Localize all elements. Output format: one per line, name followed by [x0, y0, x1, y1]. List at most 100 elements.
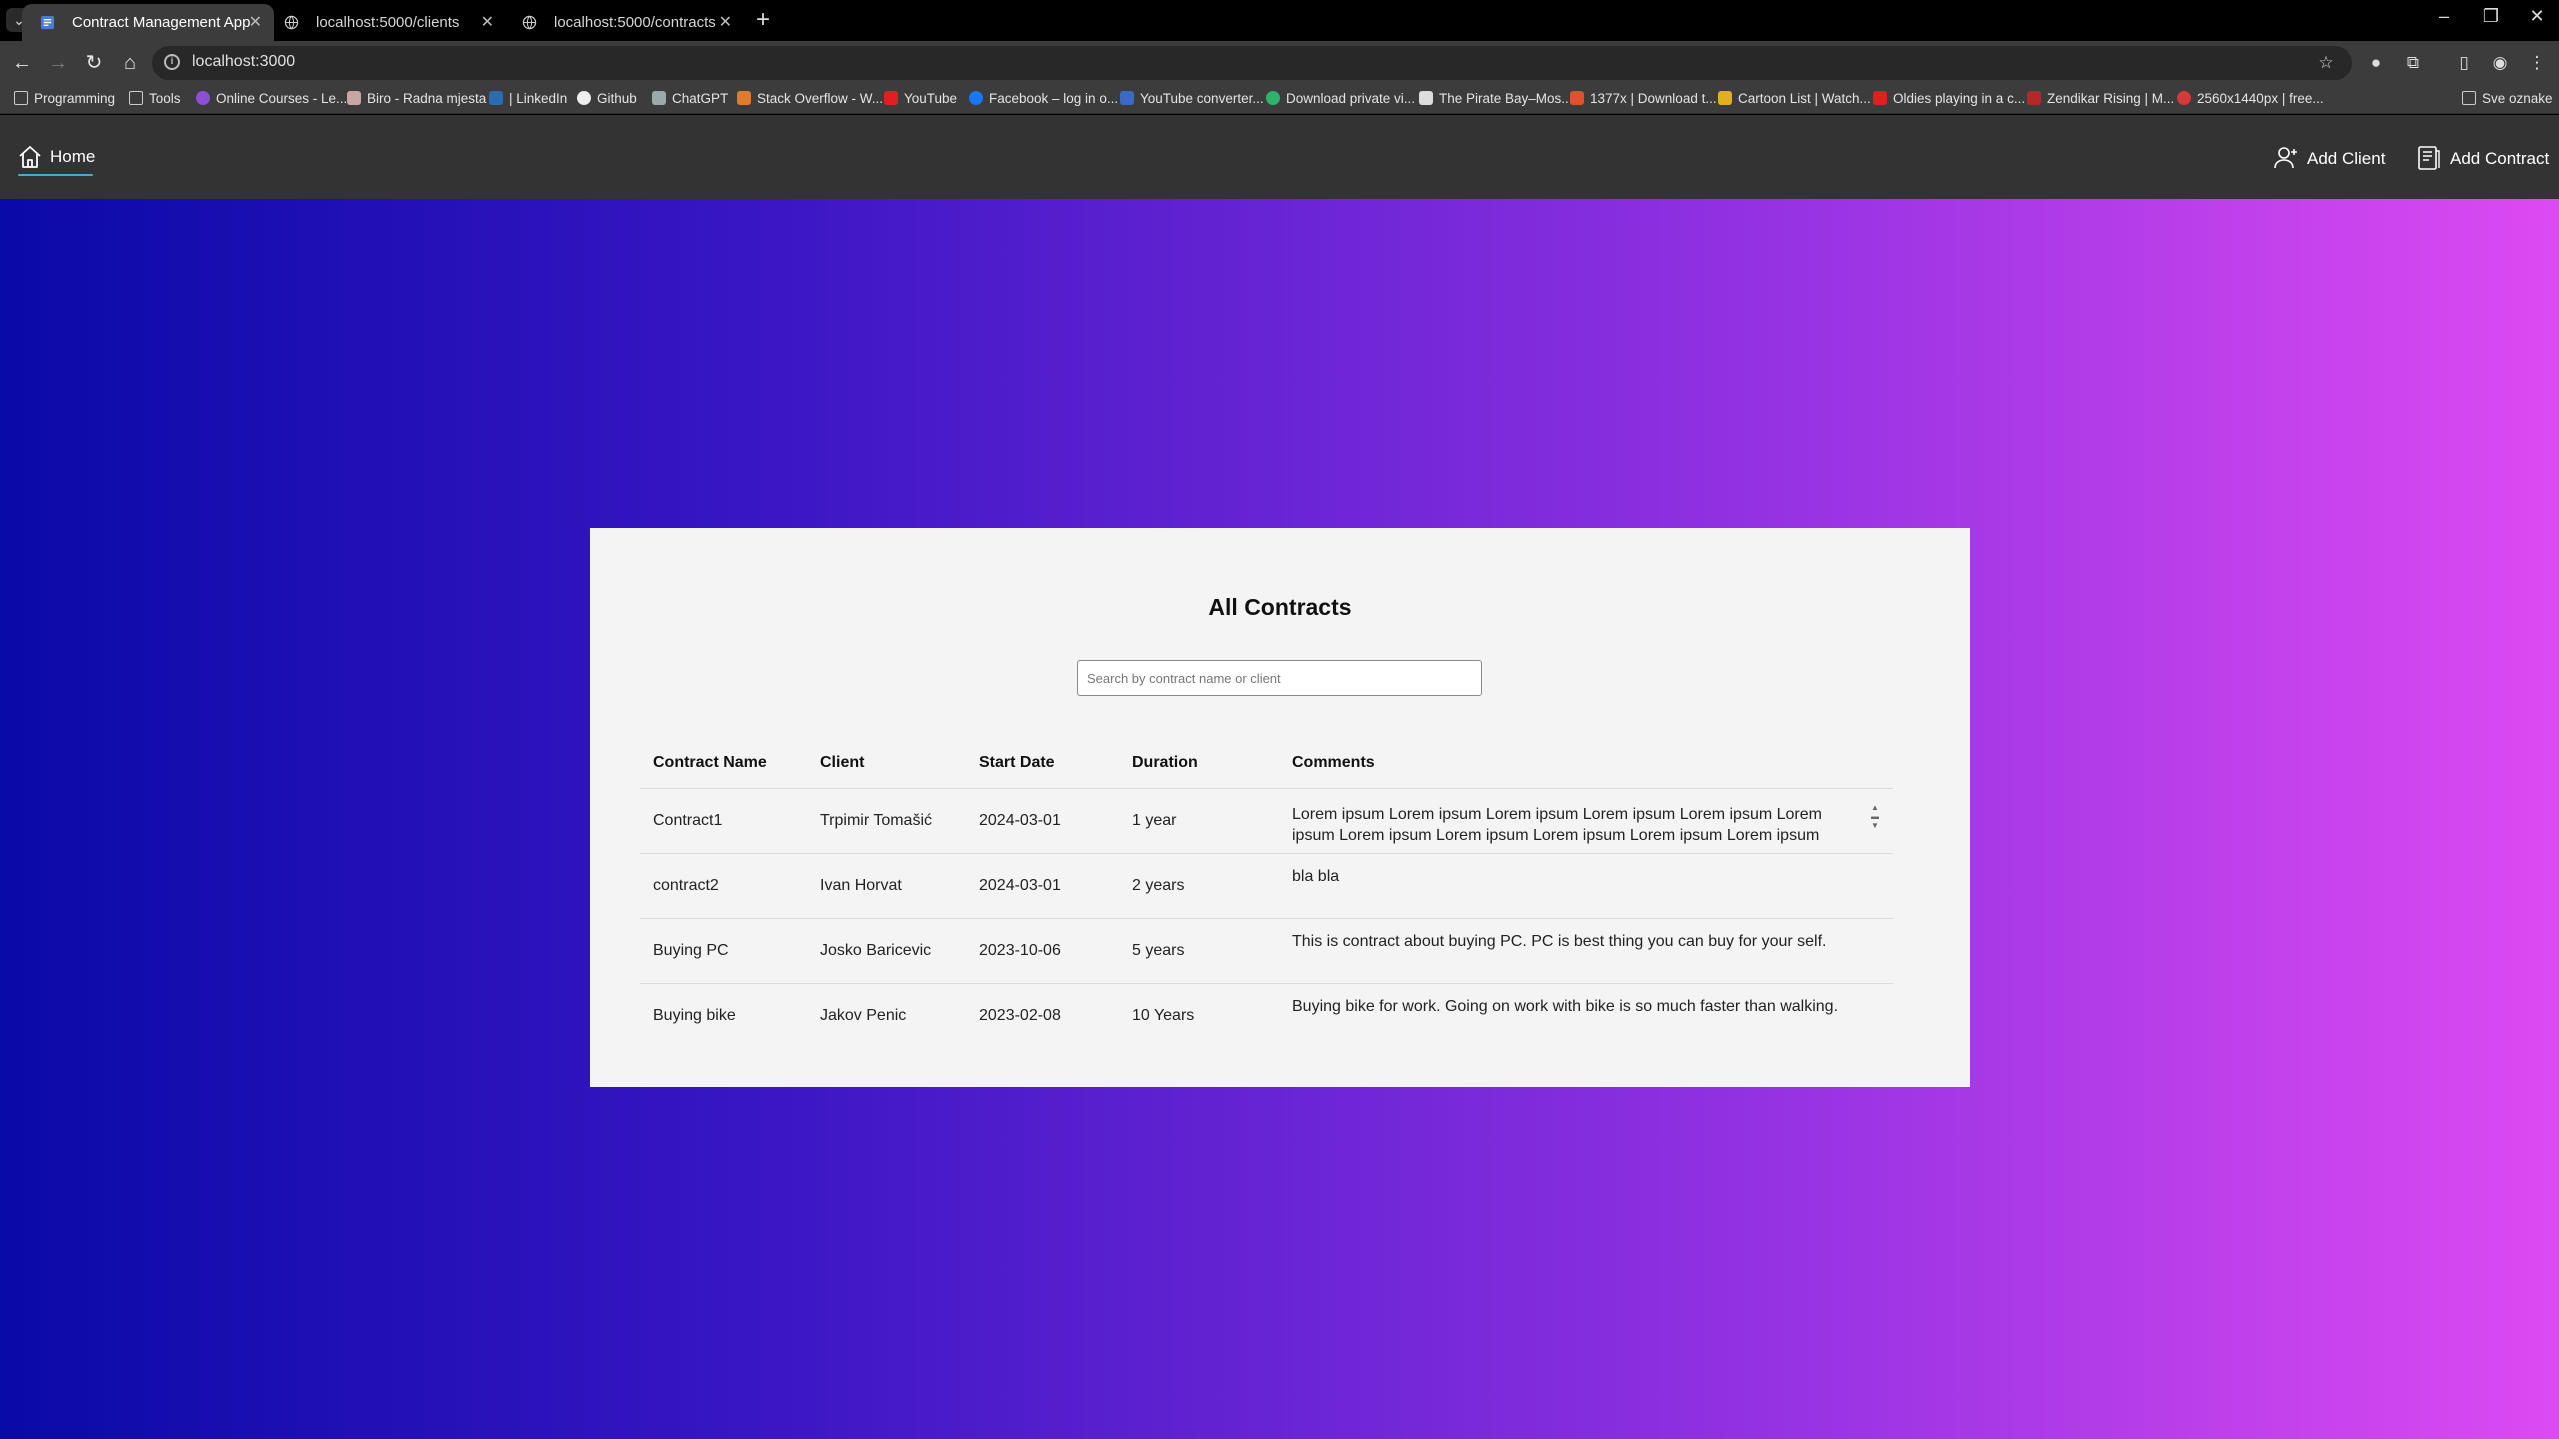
nav-add-client-link[interactable]: Add Client — [2273, 145, 2398, 173]
comment-scrollbar[interactable]: ▲ ▬ ▼ — [1869, 803, 1881, 843]
cell-duration: 2 years — [1119, 853, 1279, 919]
bookmark-github[interactable]: Github — [577, 91, 637, 107]
tab-clients[interactable]: localhost:5000/clients ✕ — [266, 4, 506, 41]
column-header-client[interactable]: Client — [807, 738, 966, 789]
browser-toolbar: ← → ↻ ⌂ i localhost:3000 ☆ ● ⧉ ▯ ◉ ⋮ — [0, 41, 2559, 85]
bookmark-youtube[interactable]: YouTube — [884, 91, 957, 107]
bookmark-label: Programming — [34, 91, 116, 106]
youtube-icon — [1873, 91, 1887, 105]
bookmark-label: Sve oznake — [2482, 91, 2553, 106]
tab-close-icon[interactable]: ✕ — [481, 4, 494, 41]
column-header-duration[interactable]: Duration — [1119, 738, 1279, 789]
tab-close-icon[interactable]: ✕ — [249, 4, 262, 41]
bookmarks-bar: Programming Tools Online Courses - Le...… — [0, 85, 2559, 114]
bookmark-label: Biro - Radna mjesta — [367, 91, 487, 106]
cell-client: Josko Baricevic — [807, 918, 966, 984]
home-icon[interactable]: ⌂ — [115, 49, 145, 77]
bookmark-label: The Pirate Bay–Mos... — [1439, 91, 1573, 106]
bookmark-label: Stack Overflow - W... — [757, 91, 884, 106]
nav-add-contract-link[interactable]: Add Contract — [2416, 145, 2556, 173]
bookmark-piratebay[interactable]: The Pirate Bay–Mos... — [1419, 91, 1573, 107]
restore-icon[interactable]: ❐ — [2471, 6, 2511, 27]
column-header-contract-name[interactable]: Contract Name — [640, 738, 807, 789]
bookmark-chatgpt[interactable]: ChatGPT — [652, 91, 728, 107]
minimize-icon[interactable]: – — [2424, 6, 2464, 27]
folder-icon — [14, 91, 28, 105]
bookmark-wallpaper[interactable]: 2560x1440px | free... — [2177, 91, 2324, 107]
home-icon — [19, 146, 41, 168]
wallpaper-icon — [2177, 91, 2191, 105]
download-icon — [1266, 91, 1280, 105]
youtube-icon — [884, 91, 898, 105]
nav-home-label: Home — [50, 147, 96, 166]
bookmark-programming[interactable]: Programming — [14, 91, 115, 107]
bookmark-label: 2560x1440px | free... — [2197, 91, 2324, 106]
comment-text: Lorem ipsum Lorem ipsum Lorem ipsum Lore… — [1292, 805, 1822, 844]
bookmark-label: Zendikar Rising | M... — [2047, 91, 2175, 106]
bookmark-linkedin[interactable]: | LinkedIn — [489, 91, 567, 107]
chatgpt-icon — [652, 91, 666, 105]
table-header-row: Contract Name Client Start Date Duration… — [640, 738, 1893, 789]
cell-start-date: 2023-10-06 — [966, 918, 1119, 984]
converter-icon — [1120, 91, 1134, 105]
search-input[interactable] — [1077, 660, 1482, 696]
bookmark-facebook[interactable]: Facebook – log in o... — [969, 91, 1118, 107]
cell-duration: 5 years — [1119, 918, 1279, 984]
cell-start-date: 2024-03-01 — [966, 853, 1119, 919]
address-bar[interactable]: i localhost:3000 — [152, 46, 2352, 80]
menu-kebab-icon[interactable]: ⋮ — [2527, 53, 2547, 73]
globe-icon — [284, 15, 299, 30]
bookmark-tools[interactable]: Tools — [129, 91, 181, 107]
stackoverflow-icon — [737, 91, 751, 105]
bookmark-cartoon-list[interactable]: Cartoon List | Watch... — [1718, 91, 1871, 107]
bookmark-stackoverflow[interactable]: Stack Overflow - W... — [737, 91, 883, 107]
bookmark-download-private[interactable]: Download private vi... — [1266, 91, 1415, 107]
column-header-comments[interactable]: Comments — [1279, 738, 1893, 789]
tab-close-icon[interactable]: ✕ — [719, 4, 732, 41]
course-icon — [196, 91, 210, 105]
table-row[interactable]: Buying bike Jakov Penic 2023-02-08 10 Ye… — [640, 983, 1893, 1039]
bookmark-label: 1377x | Download t... — [1590, 91, 1717, 106]
contract-document-icon — [2418, 146, 2440, 170]
bookmark-star-icon[interactable]: ☆ — [2316, 53, 2336, 73]
app-navbar: Home Add Client Add Contract — [0, 115, 2559, 199]
cell-contract-name: Buying PC — [640, 918, 807, 984]
table-row[interactable]: contract2 Ivan Horvat 2024-03-01 2 years… — [640, 853, 1893, 919]
tab-contract-management-app[interactable]: Contract Management App ✕ — [22, 4, 274, 41]
bookmark-label: Github — [597, 91, 637, 106]
bookmark-online-courses[interactable]: Online Courses - Le... — [196, 91, 347, 107]
bookmark-label: | LinkedIn — [509, 91, 568, 106]
extensions-puzzle-icon[interactable]: ⧉ — [2403, 53, 2423, 73]
window-close-icon[interactable]: ✕ — [2517, 6, 2557, 27]
back-icon[interactable]: ← — [7, 49, 37, 77]
add-user-icon — [2274, 147, 2297, 169]
tab-title: localhost:5000/contracts — [554, 14, 716, 31]
all-bookmarks[interactable]: Sve oznake — [2462, 91, 2553, 107]
profile-avatar-icon[interactable]: ◉ — [2490, 53, 2510, 73]
bookmark-1377x[interactable]: 1377x | Download t... — [1570, 91, 1717, 107]
side-panel-icon[interactable]: ▯ — [2454, 53, 2474, 73]
site-info-icon[interactable]: i — [164, 54, 180, 70]
bookmark-zendikar[interactable]: Zendikar Rising | M... — [2027, 91, 2174, 107]
tab-contracts[interactable]: localhost:5000/contracts ✕ — [504, 4, 744, 41]
cell-duration: 1 year — [1119, 788, 1279, 854]
table-row[interactable]: Buying PC Josko Baricevic 2023-10-06 5 y… — [640, 918, 1893, 984]
app-favicon — [40, 15, 55, 30]
contracts-table-container[interactable]: Contract Name Client Start Date Duration… — [640, 738, 1930, 1039]
column-header-start-date[interactable]: Start Date — [966, 738, 1119, 789]
forward-icon[interactable]: → — [43, 49, 73, 77]
extension-icon[interactable]: ● — [2366, 53, 2386, 73]
bookmark-youtube-converter[interactable]: YouTube converter... — [1120, 91, 1264, 107]
cell-client: Jakov Penic — [807, 983, 966, 1039]
tab-title: Contract Management App — [72, 14, 251, 31]
piratebay-icon — [1419, 91, 1433, 105]
cell-comments: bla bla — [1279, 853, 1893, 919]
bookmark-label: ChatGPT — [672, 91, 729, 106]
table-row[interactable]: Contract1 Trpimir Tomašić 2024-03-01 1 y… — [640, 788, 1893, 854]
bookmark-biro[interactable]: Biro - Radna mjesta — [347, 91, 486, 107]
reload-icon[interactable]: ↻ — [79, 49, 109, 77]
new-tab-button[interactable]: + — [756, 6, 770, 34]
cell-client: Trpimir Tomašić — [807, 788, 966, 854]
bookmark-oldies[interactable]: Oldies playing in a c... — [1873, 91, 2025, 107]
cell-comments[interactable]: Lorem ipsum Lorem ipsum Lorem ipsum Lore… — [1279, 788, 1893, 854]
